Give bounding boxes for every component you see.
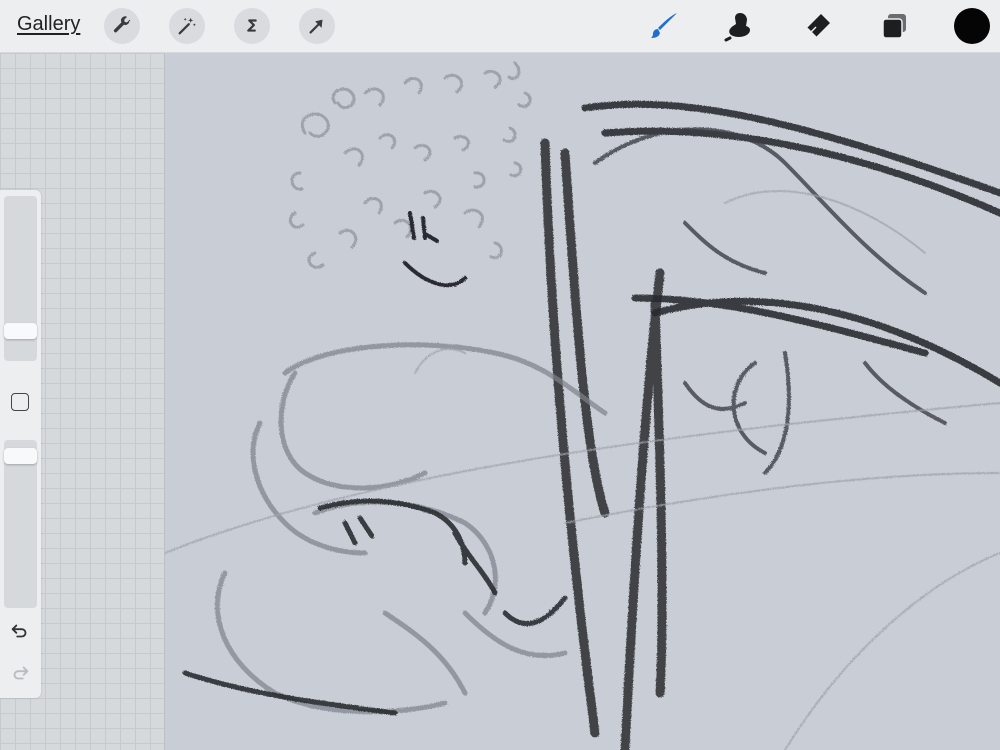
brush-size-handle[interactable] — [4, 322, 37, 339]
sketch-drawing — [165, 61, 1000, 750]
gallery-button[interactable]: Gallery — [17, 13, 80, 36]
erase-button[interactable] — [800, 8, 836, 44]
smudge-button[interactable] — [722, 8, 758, 44]
top-toolbar: Gallery — [0, 0, 1000, 53]
opacity-slider[interactable] — [4, 440, 37, 608]
color-picker-button[interactable] — [954, 8, 990, 44]
paint-button[interactable] — [646, 8, 682, 44]
layers-icon — [882, 14, 906, 39]
magic-wand-icon — [178, 17, 196, 35]
selection-button[interactable] — [234, 8, 270, 44]
eraser-icon — [806, 14, 830, 38]
adjustments-button[interactable] — [169, 8, 205, 44]
undo-arrow-icon[interactable] — [9, 620, 31, 642]
brush-icon — [651, 13, 677, 38]
redo-arrow-icon[interactable] — [9, 662, 31, 684]
smudge-icon — [724, 13, 750, 42]
arrow-cursor-icon — [309, 19, 323, 34]
layers-button[interactable] — [877, 8, 913, 44]
square-icon[interactable] — [11, 393, 29, 411]
transform-button[interactable] — [299, 8, 335, 44]
drawing-canvas[interactable] — [165, 53, 1000, 750]
brush-sidebar — [0, 190, 41, 698]
wrench-icon — [113, 16, 131, 33]
opacity-handle[interactable] — [4, 447, 37, 464]
actions-button[interactable] — [104, 8, 140, 44]
selection-s-icon — [247, 19, 257, 32]
